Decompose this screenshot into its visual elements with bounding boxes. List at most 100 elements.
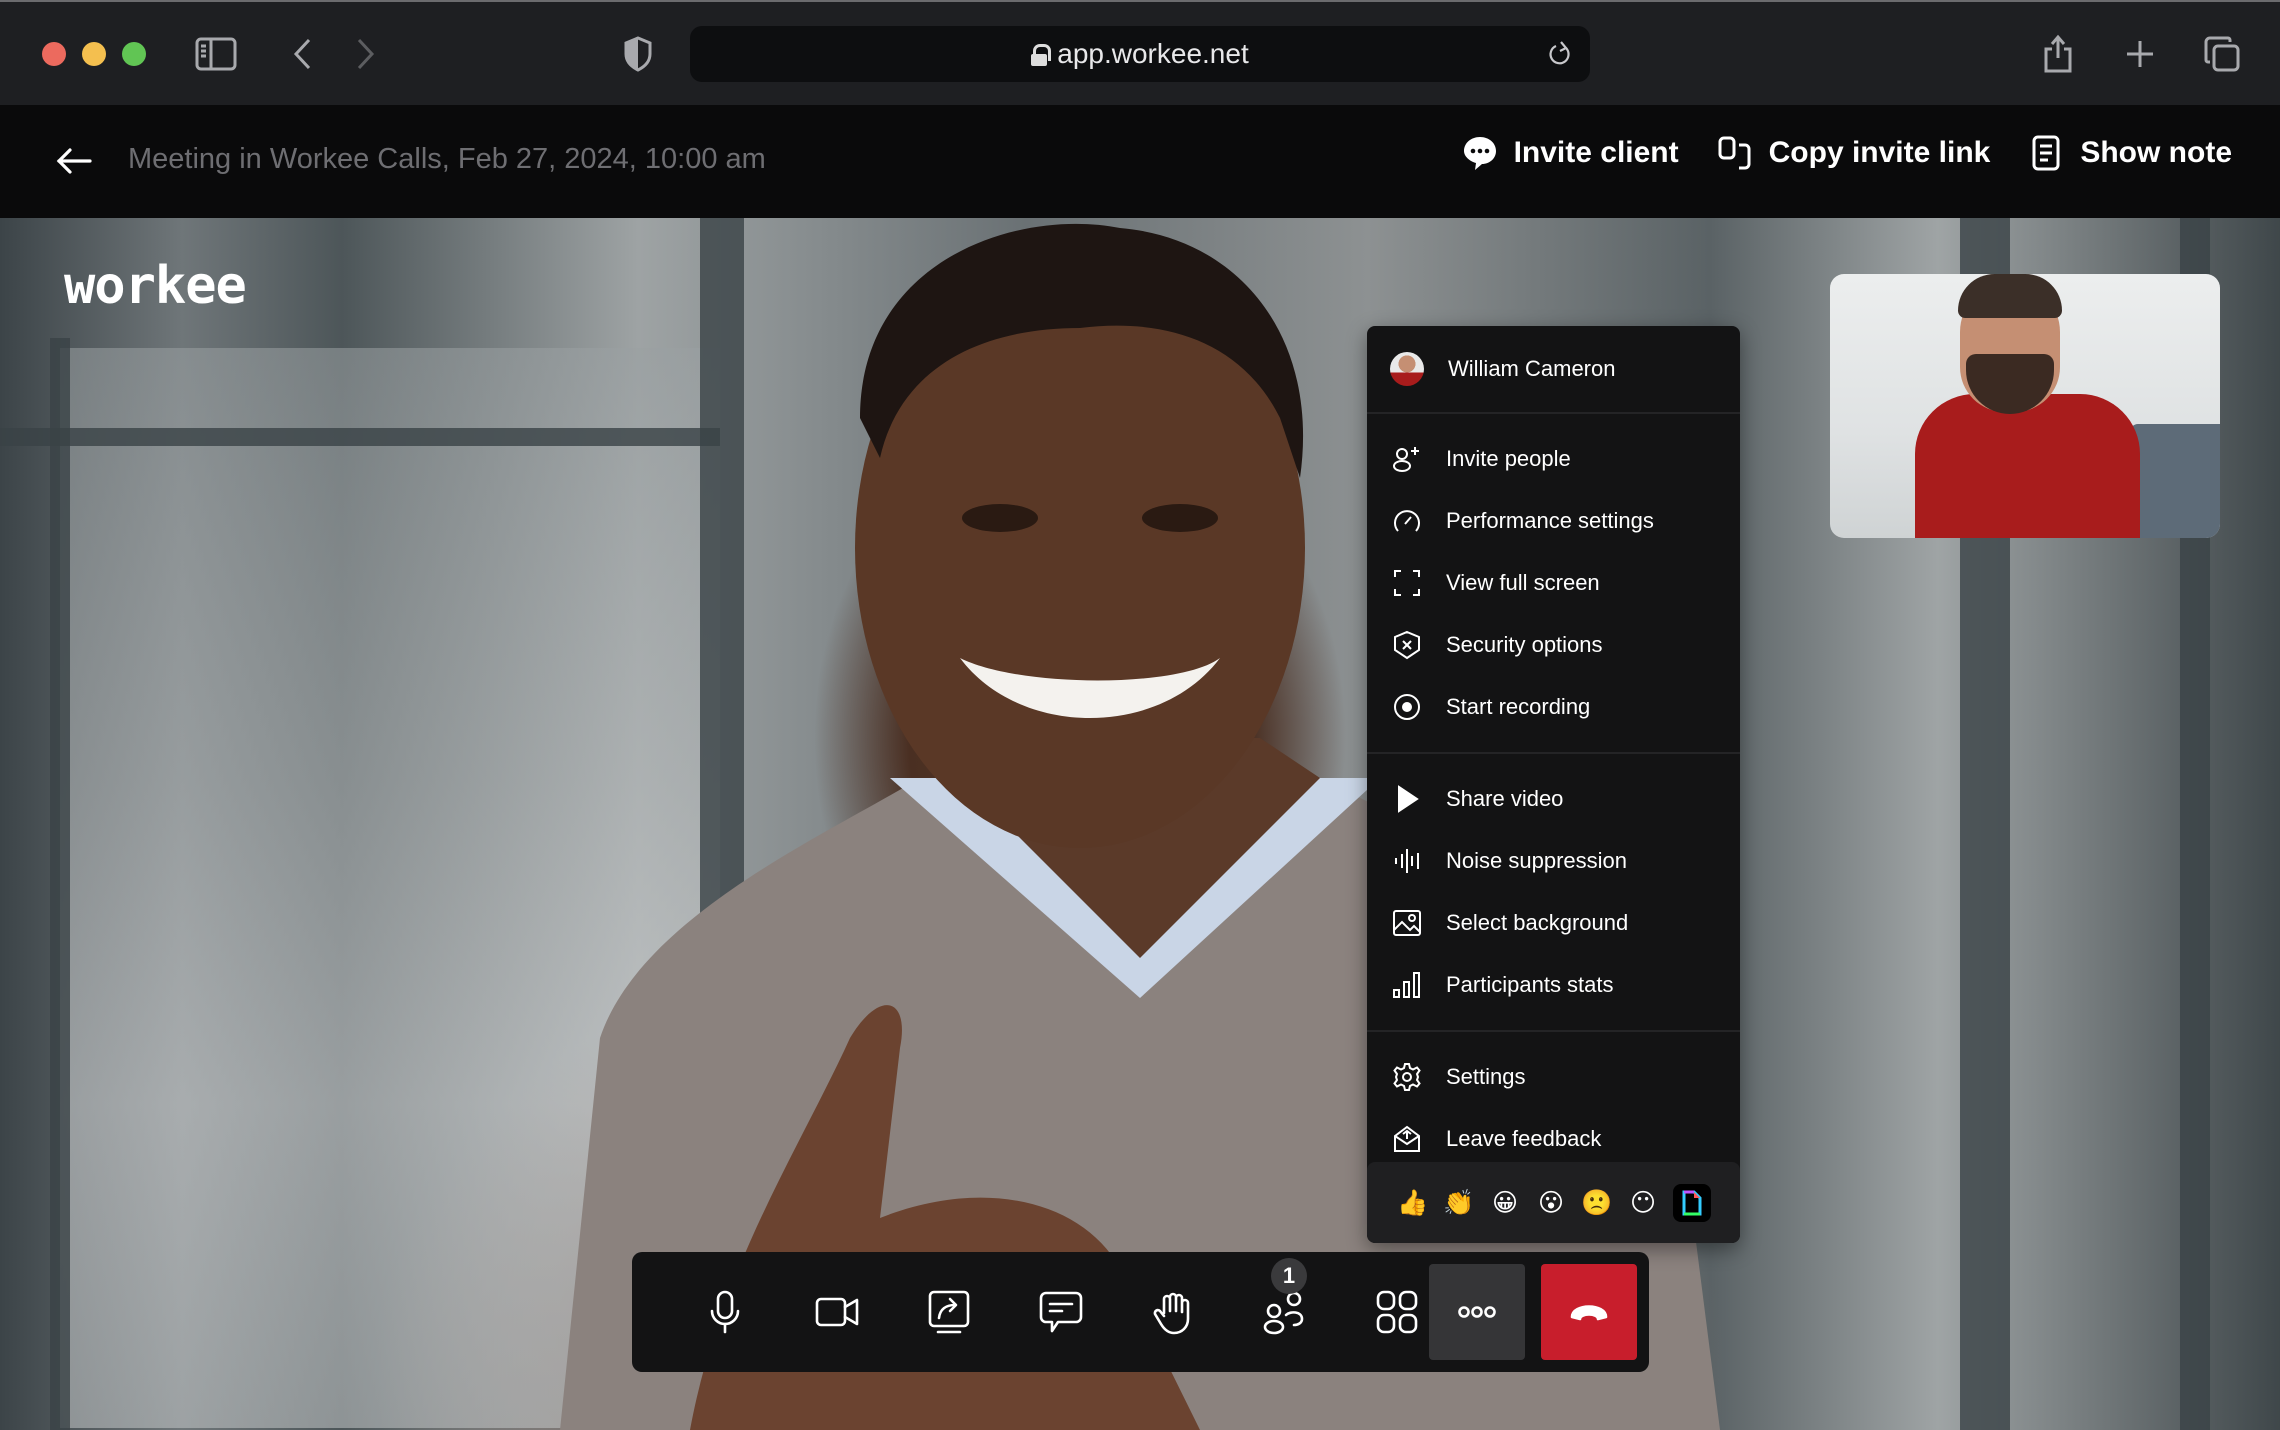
thumbnail-participant (1915, 394, 2140, 538)
workee-logo: workee (64, 256, 247, 316)
reload-icon[interactable] (1540, 34, 1580, 74)
menu-item-label: Start recording (1446, 694, 1591, 719)
invite-client-button[interactable]: Invite client (1462, 135, 1679, 171)
avatar (1390, 352, 1424, 386)
note-icon (2032, 135, 2060, 171)
gear-icon (1390, 1060, 1424, 1094)
menu-item-start-recording[interactable]: Start recording (1367, 676, 1740, 738)
call-controls-toolbar (632, 1252, 1649, 1372)
play-icon (1390, 782, 1424, 816)
menu-item-leave-feedback[interactable]: Leave feedback (1367, 1108, 1740, 1170)
copy-invite-link-button[interactable]: Copy invite link (1717, 135, 1991, 171)
menu-group-meeting: Invite people Performance settings View … (1367, 414, 1740, 754)
envelope-open-icon (1390, 1122, 1424, 1156)
waveform-icon (1390, 844, 1424, 878)
lock-icon (1031, 44, 1052, 66)
reaction-thumbs-up[interactable]: 👍 (1397, 1188, 1429, 1218)
share-screen-button[interactable] (901, 1264, 997, 1360)
menu-item-label: Security options (1446, 632, 1603, 657)
chat-bubble-icon (1463, 137, 1496, 170)
menu-user-header: William Cameron (1367, 326, 1740, 414)
image-icon (1390, 906, 1424, 940)
minimize-window-button[interactable] (82, 42, 106, 66)
invite-client-label: Invite client (1513, 136, 1679, 169)
back-button[interactable] (52, 141, 96, 181)
main-video-stage: workee (0, 218, 2280, 1430)
reaction-surprised[interactable]: 😮 (1535, 1188, 1567, 1217)
participants-count-badge: 1 (1271, 1258, 1307, 1294)
reactions-bar: 👍 👏 😀 😮 🙁 😶 (1367, 1162, 1740, 1243)
meeting-header: Meeting in Workee Calls, Feb 27, 2024, 1… (0, 105, 2280, 218)
more-options-menu: William Cameron Invite people Performanc… (1367, 326, 1740, 1243)
reaction-no-mouth[interactable]: 😶 (1627, 1188, 1659, 1217)
fullscreen-icon (1390, 566, 1424, 600)
microphone-icon (710, 1290, 740, 1334)
address-bar[interactable]: app.workee.net (690, 26, 1590, 82)
menu-item-label: Share video (1446, 786, 1564, 811)
new-tab-icon[interactable] (2116, 30, 2164, 78)
show-note-button[interactable]: Show note (2028, 135, 2232, 171)
menu-item-participants-stats[interactable]: Participants stats (1367, 954, 1740, 1016)
thumbnail-participant-hair (1958, 274, 2062, 318)
more-options-button[interactable] (1429, 1264, 1525, 1360)
meeting-title: Meeting in Workee Calls, Feb 27, 2024, 1… (128, 143, 766, 175)
menu-group-media: Share video Noise suppression Select bac… (1367, 754, 1740, 1032)
end-call-button[interactable] (1541, 1264, 1637, 1360)
camera-icon (815, 1297, 859, 1327)
close-window-button[interactable] (42, 42, 66, 66)
menu-item-label: Invite people (1446, 446, 1571, 471)
bar-chart-icon (1390, 968, 1424, 1002)
background-mullion (50, 338, 70, 1430)
self-view-thumbnail[interactable] (1830, 274, 2220, 538)
menu-item-performance-settings[interactable]: Performance settings (1367, 490, 1740, 552)
menu-user-name: William Cameron (1448, 356, 1616, 381)
forward-icon[interactable] (342, 30, 390, 78)
menu-item-label: View full screen (1446, 570, 1600, 595)
menu-item-label: Leave feedback (1446, 1126, 1602, 1151)
gif-button[interactable] (1673, 1183, 1711, 1222)
back-icon[interactable] (278, 30, 326, 78)
copy-link-icon (1718, 136, 1751, 170)
menu-item-security-options[interactable]: Security options (1367, 614, 1740, 676)
reaction-clap[interactable]: 👏 (1443, 1188, 1475, 1218)
arrow-left-icon (56, 148, 92, 174)
chat-icon (1039, 1291, 1083, 1333)
gif-icon (1682, 1190, 1702, 1215)
menu-group-app: Settings Leave feedback (1367, 1032, 1740, 1170)
hand-icon (1153, 1292, 1190, 1335)
user-plus-icon (1390, 442, 1424, 476)
reaction-grin[interactable]: 😀 (1489, 1188, 1521, 1217)
menu-item-view-full-screen[interactable]: View full screen (1367, 552, 1740, 614)
menu-item-label: Settings (1446, 1064, 1526, 1089)
reaction-frown[interactable]: 🙁 (1581, 1188, 1613, 1218)
menu-item-label: Noise suppression (1446, 848, 1627, 873)
menu-item-invite-people[interactable]: Invite people (1367, 428, 1740, 490)
raise-hand-button[interactable] (1125, 1264, 1221, 1360)
grid-icon (1376, 1290, 1418, 1334)
menu-item-share-video[interactable]: Share video (1367, 768, 1740, 830)
menu-item-noise-suppression[interactable]: Noise suppression (1367, 830, 1740, 892)
camera-button[interactable] (789, 1264, 885, 1360)
zoom-window-button[interactable] (122, 42, 146, 66)
more-dots-icon (1458, 1306, 1496, 1318)
menu-item-label: Select background (1446, 910, 1629, 935)
hang-up-icon (1570, 1305, 1608, 1321)
menu-item-label: Performance settings (1446, 508, 1654, 533)
show-note-label: Show note (2080, 136, 2232, 169)
sidebar-toggle-icon[interactable] (192, 30, 240, 78)
menu-item-select-background[interactable]: Select background (1367, 892, 1740, 954)
shield-x-icon (1390, 628, 1424, 662)
copy-invite-link-label: Copy invite link (1768, 136, 1991, 169)
tab-overview-icon[interactable] (2198, 30, 2246, 78)
menu-item-label: Participants stats (1446, 972, 1614, 997)
menu-item-settings[interactable]: Settings (1367, 1046, 1740, 1108)
browser-toolbar: app.workee.net (0, 0, 2280, 105)
microphone-button[interactable] (677, 1264, 773, 1360)
privacy-shield-icon[interactable] (614, 30, 662, 78)
share-icon[interactable] (2034, 30, 2082, 78)
url-text: app.workee.net (1057, 38, 1249, 69)
chat-button[interactable] (1013, 1264, 1109, 1360)
record-icon (1390, 690, 1424, 724)
participants-icon (1263, 1291, 1304, 1335)
thumbnail-background (2130, 424, 2220, 538)
